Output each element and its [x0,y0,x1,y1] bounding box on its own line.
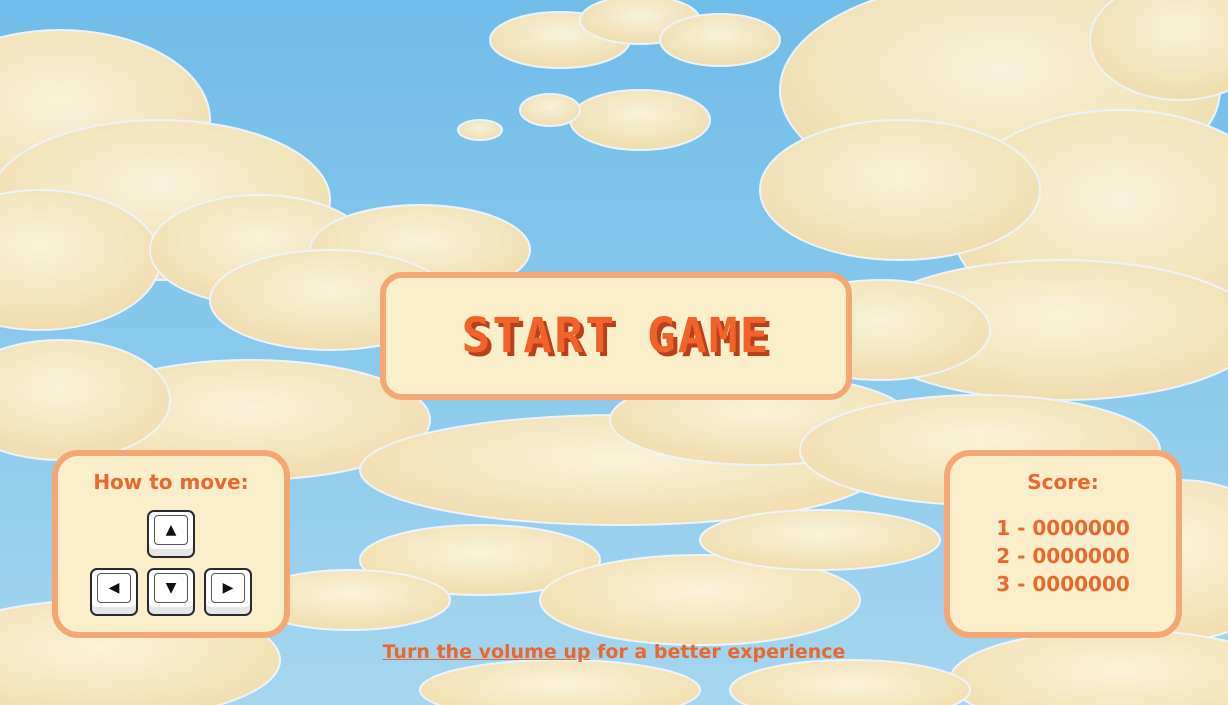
arrow-up-key-icon: ▲ [147,510,195,558]
arrow-left-key-icon: ◀ [90,568,138,616]
how-to-move-panel: How to move: ▲ ◀ ▼ ▶ [52,450,290,638]
score-entry: 1 - 0000000 [996,516,1130,540]
score-entry: 2 - 0000000 [996,544,1130,568]
score-panel: Score: 1 - 0000000 2 - 0000000 3 - 00000… [944,450,1182,638]
score-title: Score: [1027,470,1099,494]
score-entry: 3 - 0000000 [996,572,1130,596]
arrow-right-key-icon: ▶ [204,568,252,616]
how-to-move-title: How to move: [93,470,249,494]
volume-note-text: for a better experience [590,641,846,663]
arrow-down-key-icon: ▼ [147,568,195,616]
start-game-button[interactable]: Start Game [380,272,852,400]
volume-note: Turn the volume up for a better experien… [0,641,1228,663]
volume-link[interactable]: Turn the volume up [383,641,591,663]
start-game-label: Start Game [461,308,771,364]
